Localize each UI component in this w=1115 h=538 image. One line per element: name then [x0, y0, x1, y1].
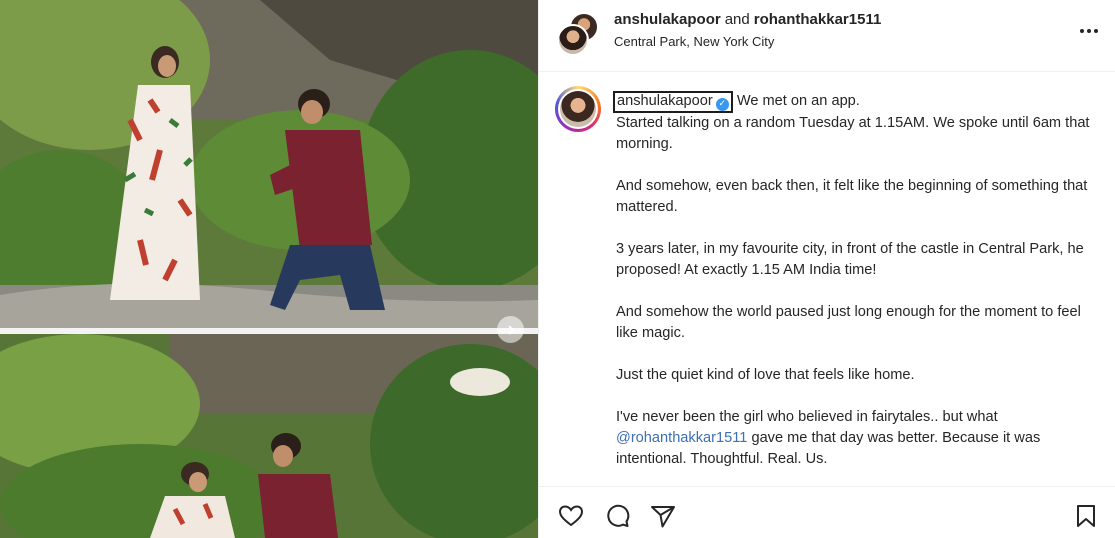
- avatar-anshulakapoor[interactable]: [557, 24, 589, 56]
- caption-username-link[interactable]: anshulakapoor ✓: [613, 91, 733, 113]
- share-button[interactable]: [649, 502, 677, 530]
- verified-icon: ✓: [715, 98, 729, 111]
- header-user2-link[interactable]: rohanthakkar1511: [754, 11, 882, 28]
- header-and-text: and: [724, 11, 750, 28]
- caption-username: anshulakapoor: [617, 93, 713, 109]
- like-button[interactable]: [557, 502, 585, 530]
- caption-paragraph-2: And somehow, even back then, it felt lik…: [616, 178, 1088, 215]
- photo-proposal-bottom: [0, 334, 538, 538]
- caption: anshulakapoor ✓ We met on an app. Started …: [539, 86, 1115, 482]
- caption-paragraph-4: And somehow the world paused just long e…: [616, 304, 1081, 341]
- post-media[interactable]: [0, 0, 538, 538]
- chevron-right-icon: [507, 324, 514, 335]
- instagram-post: anshulakapoor and rohanthakkar1511 Central…: [0, 0, 1115, 538]
- caption-paragraph-6: I've never been the girl who believed in…: [616, 407, 1106, 470]
- caption-p1-rest: Started talking on a random Tuesday at 1…: [616, 115, 1090, 152]
- bookmark-icon: [1077, 505, 1095, 527]
- post-header: anshulakapoor and rohanthakkar1511 Central…: [539, 0, 1115, 72]
- header-user1-link[interactable]: anshulakapoor: [614, 11, 721, 28]
- action-bar: [539, 486, 1115, 538]
- more-icon: [1080, 29, 1084, 33]
- caption-avatar[interactable]: [555, 86, 601, 132]
- location-link[interactable]: Central Park, New York City: [614, 34, 774, 50]
- caption-paragraph-3: 3 years later, in my favourite city, in …: [616, 241, 1084, 278]
- caption-avatar-ring: [558, 89, 598, 129]
- caption-text: anshulakapoor ✓ We met on an app. Started …: [613, 91, 1106, 482]
- photo-proposal-top: [0, 0, 538, 328]
- header-usernames: anshulakapoor and rohanthakkar1511: [614, 11, 881, 29]
- caption-avatar-image: [560, 91, 596, 127]
- caption-p6-a: I've never been the girl who believed in…: [616, 409, 998, 425]
- caption-paragraph-1: anshulakapoor ✓ We met on an app. Started …: [613, 91, 1106, 155]
- comment-button[interactable]: [603, 502, 631, 530]
- caption-paragraph-5: Just the quiet kind of love that feels l…: [616, 367, 915, 383]
- collab-avatars[interactable]: [557, 12, 599, 56]
- mention-link[interactable]: @rohanthakkar1511: [616, 430, 747, 446]
- comment-icon: [607, 504, 630, 527]
- caption-line1: We met on an app.: [736, 93, 860, 109]
- more-options-button[interactable]: [1077, 22, 1101, 40]
- post-panel: anshulakapoor and rohanthakkar1511 Central…: [538, 0, 1115, 538]
- more-icon-dot: [1094, 29, 1098, 33]
- heart-icon: [558, 505, 584, 527]
- share-icon: [651, 506, 675, 528]
- carousel-next-button[interactable]: [497, 316, 524, 343]
- save-button[interactable]: [1072, 502, 1100, 530]
- more-icon-dot: [1087, 29, 1091, 33]
